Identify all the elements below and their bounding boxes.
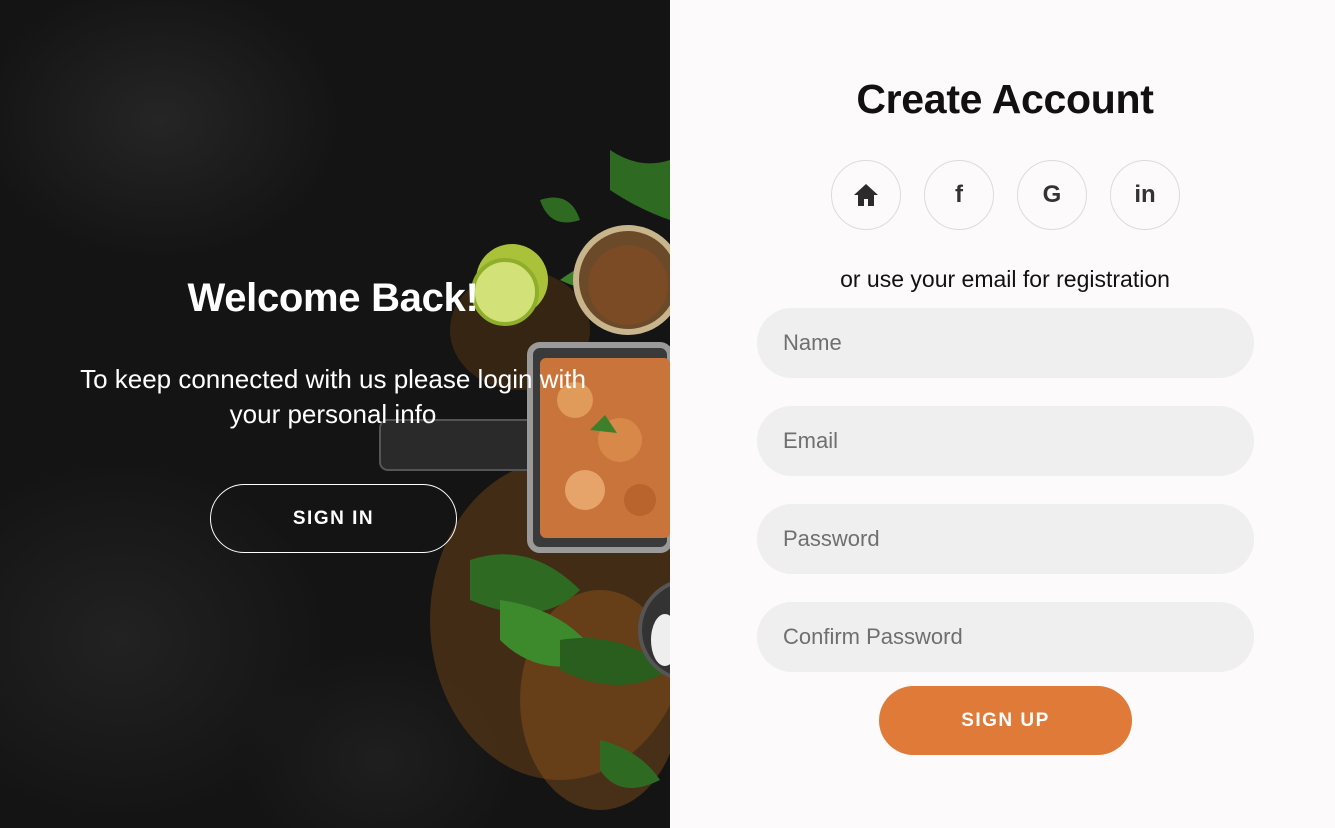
facebook-icon: f <box>955 181 963 208</box>
home-button[interactable] <box>831 160 901 230</box>
confirm-password-input[interactable] <box>757 602 1254 672</box>
overlay-panel: Welcome Back! To keep connected with us … <box>0 0 670 828</box>
google-button[interactable]: G <box>1017 160 1087 230</box>
password-input[interactable] <box>757 504 1254 574</box>
linkedin-button[interactable]: in <box>1110 160 1180 230</box>
welcome-message: To keep connected with us please login w… <box>80 364 586 429</box>
email-input[interactable] <box>757 406 1254 476</box>
facebook-button[interactable]: f <box>924 160 994 230</box>
sign-up-button[interactable]: SIGN UP <box>879 686 1132 755</box>
sign-in-button[interactable]: SIGN IN <box>210 484 457 553</box>
name-input[interactable] <box>757 308 1254 378</box>
google-icon: G <box>1042 181 1062 208</box>
form-title: Create Account <box>856 76 1154 122</box>
welcome-title: Welcome Back! <box>187 276 479 320</box>
signup-form-panel: Create Account f G in or use your email … <box>670 0 1335 828</box>
linkedin-icon: in <box>1134 181 1156 208</box>
home-icon <box>854 184 878 206</box>
registration-hint: or use your email for registration <box>840 266 1170 292</box>
